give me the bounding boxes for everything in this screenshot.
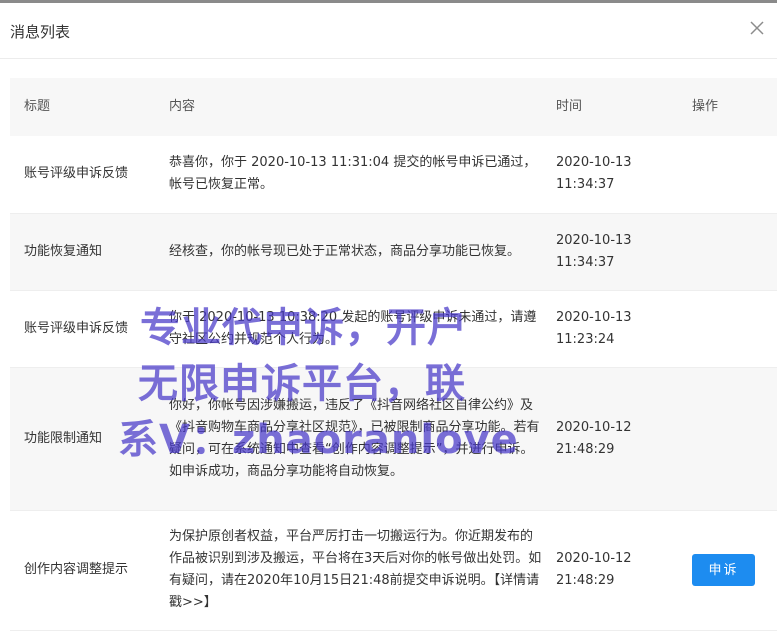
row-action xyxy=(692,290,777,367)
dialog-header: 消息列表 xyxy=(0,3,777,59)
row-date: 2020-10-13 xyxy=(556,309,632,325)
row-content: 你好，你帐号因涉嫌搬运，违反了《抖音网络社区自律公约》及《抖音购物车商品分享社区… xyxy=(169,397,540,479)
row-content: 为保护原创者权益，平台严厉打击一切搬运行为。你近期发布的作品被识别到涉及搬运，平… xyxy=(169,510,556,630)
dialog-title: 消息列表 xyxy=(10,23,71,41)
row-date: 2020-10-13 xyxy=(556,232,632,248)
table-row: 功能恢复通知 经核查，你的帐号现已处于正常状态，商品分享功能已恢复。 2020-… xyxy=(10,213,777,290)
row-title: 功能限制通知 xyxy=(24,430,103,446)
row-title: 账号评级申诉反馈 xyxy=(24,166,129,182)
table-row: 账号评级申诉反馈 恭喜你，你于 2020-10-13 11:31:04 提交的帐… xyxy=(10,136,777,213)
row-time: 2020-10-13 11:34:37 xyxy=(556,213,692,290)
column-header-action: 操作 xyxy=(692,99,719,114)
row-content: 经核查，你的帐号现已处于正常状态，商品分享功能已恢复。 xyxy=(169,243,521,259)
row-title: 账号评级申诉反馈 xyxy=(24,320,129,336)
row-title: 创作内容调整提示 xyxy=(24,562,129,577)
column-header-title: 标题 xyxy=(24,99,51,114)
row-content: 你于 2020-10-13 10:38:20 发起的账号评级申诉未通过，请遵守社… xyxy=(169,309,537,347)
table-header-row: 标题 内容 时间 操作 xyxy=(10,78,777,136)
row-time: 2020-10-13 11:23:24 xyxy=(556,290,692,367)
row-clock: 11:34:37 xyxy=(556,254,615,270)
appeal-button[interactable]: 申诉 xyxy=(692,554,755,586)
row-clock: 21:48:29 xyxy=(556,573,615,588)
row-clock: 11:23:24 xyxy=(556,331,615,347)
table-row: 功能限制通知 你好，你帐号因涉嫌搬运，违反了《抖音网络社区自律公约》及《抖音购物… xyxy=(10,367,777,510)
close-icon[interactable] xyxy=(748,19,766,37)
table-row: 账号评级申诉反馈 你于 2020-10-13 10:38:20 发起的账号评级申… xyxy=(10,290,777,367)
message-table: 标题 内容 时间 操作 账号评级申诉反馈 恭喜你，你于 2020-10-13 1… xyxy=(10,78,777,631)
row-time: 2020-10-12 21:48:29 xyxy=(556,510,692,630)
column-header-content: 内容 xyxy=(169,99,196,114)
row-time: 2020-10-13 11:34:37 xyxy=(556,136,692,213)
row-clock: 21:48:29 xyxy=(556,441,615,457)
row-clock: 11:34:37 xyxy=(556,177,615,193)
row-time: 2020-10-12 21:48:29 xyxy=(556,367,692,510)
row-title: 功能恢复通知 xyxy=(24,243,103,259)
row-action: 申诉 xyxy=(692,510,777,630)
row-content: 恭喜你，你于 2020-10-13 11:31:04 提交的帐号申诉已通过，帐号… xyxy=(169,155,537,193)
row-action xyxy=(692,136,777,213)
row-content-text: 为保护原创者权益，平台严厉打击一切搬运行为。你近期发布的作品被识别到涉及搬运，平… xyxy=(169,529,542,588)
table-row: 创作内容调整提示 为保护原创者权益，平台严厉打击一切搬运行为。你近期发布的作品被… xyxy=(10,510,777,630)
row-date: 2020-10-12 xyxy=(556,419,632,435)
column-header-time: 时间 xyxy=(556,99,583,114)
row-action xyxy=(692,213,777,290)
row-date: 2020-10-13 xyxy=(556,155,632,171)
row-action xyxy=(692,367,777,510)
row-date: 2020-10-12 xyxy=(556,551,632,566)
